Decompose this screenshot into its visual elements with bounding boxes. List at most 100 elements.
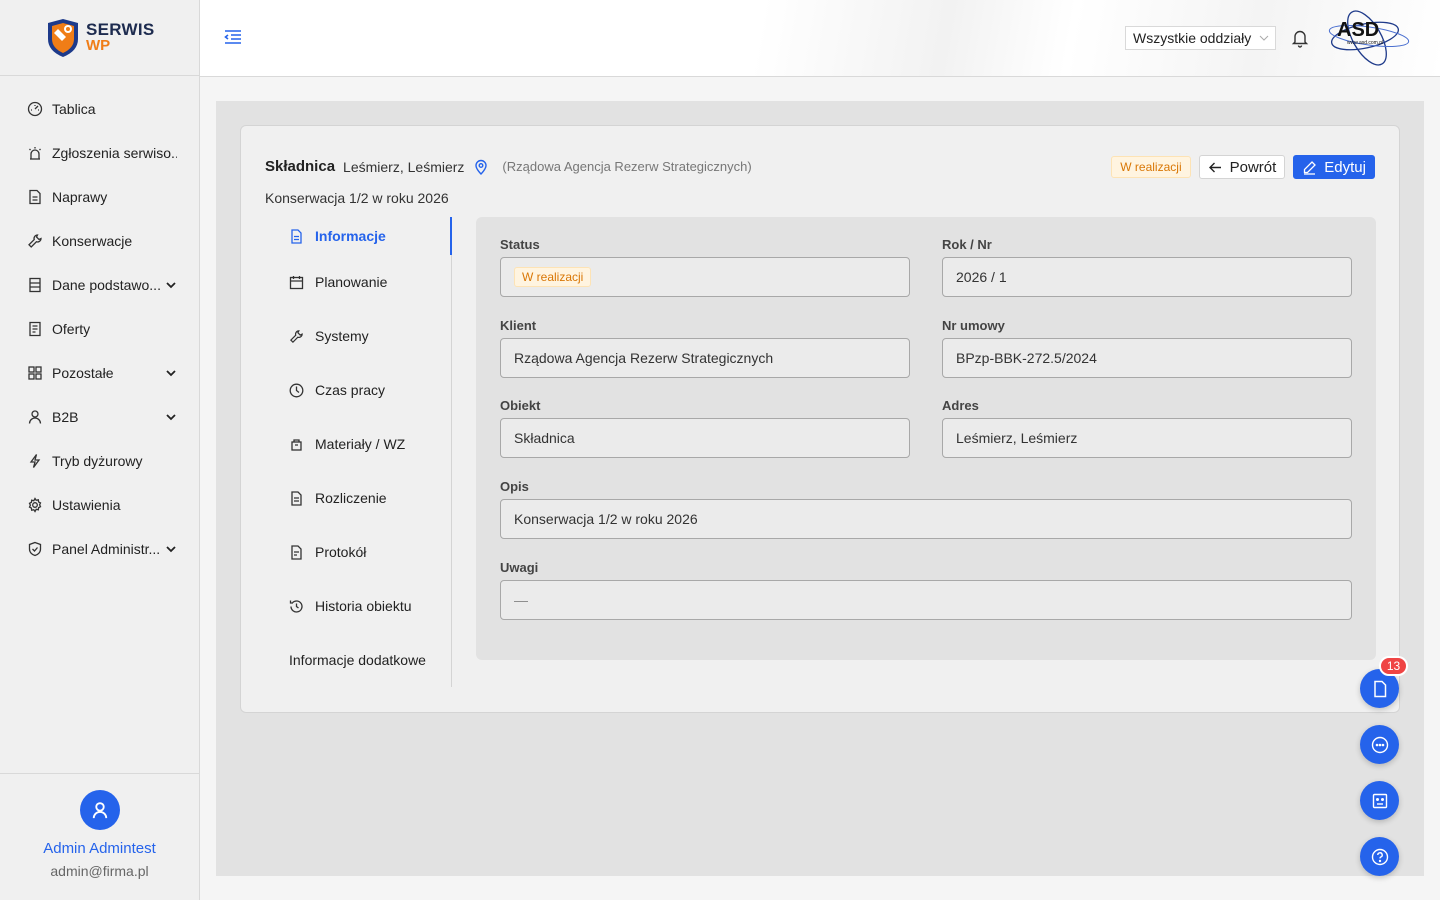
chevron-down-icon — [1259, 35, 1269, 41]
logo-text-serwis: SERWIS — [86, 19, 155, 39]
tab-materialy-wz[interactable]: Materiały / WZ — [265, 417, 451, 471]
help-fab[interactable] — [1360, 837, 1399, 876]
user-profile[interactable]: Admin Admintest admin@firma.pl — [0, 773, 199, 900]
avatar[interactable] — [79, 790, 120, 830]
edit-button[interactable]: Edytuj — [1293, 155, 1375, 179]
user-email: admin@firma.pl — [50, 863, 149, 879]
sidebar-item-zgloszenia[interactable]: Zgłoszenia serwiso... — [0, 131, 199, 175]
card-actions: W realizacji Powrót Edytuj — [1111, 155, 1375, 179]
field-status: Status W realizacji — [500, 237, 910, 297]
back-button-label: Powrót — [1229, 158, 1277, 176]
asd-logo-text: ASD — [1337, 19, 1379, 41]
gear-icon — [28, 497, 42, 513]
sidebar-item-tryb-dyzurowy[interactable]: Tryb dyżurowy — [0, 439, 199, 483]
tab-historia-obiektu[interactable]: Historia obiektu — [265, 579, 451, 633]
sidebar-item-label: Tablica — [52, 101, 96, 117]
tab-planowanie[interactable]: Planowanie — [265, 255, 451, 309]
edit-button-label: Edytuj — [1324, 158, 1366, 176]
sidebar-item-dane-podstawowe[interactable]: Dane podstawo... — [0, 263, 199, 307]
sidebar-nav: Tablica Zgłoszenia serwiso... Naprawy Ko… — [0, 76, 199, 571]
documents-fab[interactable]: 13 — [1360, 656, 1408, 708]
sidebar-item-label: B2B — [52, 409, 79, 425]
maintenance-card: Składnica Leśmierz, Leśmierz (Rządowa Ag… — [240, 125, 1400, 713]
menu-collapse-icon[interactable] — [224, 29, 242, 45]
sidebar-item-label: Naprawy — [52, 189, 108, 205]
field-address: Adres Leśmierz, Leśmierz — [942, 398, 1352, 458]
sidebar-item-label: Panel Administr... — [52, 541, 161, 557]
field-client: Klient Rządowa Agencja Rezerw Strategicz… — [500, 318, 910, 378]
sidebar-item-naprawy[interactable]: Naprawy — [0, 175, 199, 219]
sidebar-item-label: Ustawienia — [52, 497, 121, 513]
asd-logo: ASD www.asd.com.pl — [1325, 6, 1417, 72]
tab-informacje[interactable]: Informacje — [265, 217, 452, 255]
field-label: Adres — [942, 398, 979, 413]
tab-label: Protokół — [315, 544, 367, 560]
tab-protokol[interactable]: Protokół — [265, 525, 451, 579]
field-object: Obiekt Składnica — [500, 398, 910, 458]
tab-czas-pracy[interactable]: Czas pracy — [265, 363, 451, 417]
sidebar-item-label: Konserwacje — [52, 233, 133, 249]
tab-label: Informacje dodatkowe — [289, 652, 426, 668]
tab-label: Systemy — [315, 328, 369, 344]
history-icon — [289, 599, 303, 613]
sidebar-item-label: Pozostałe — [52, 365, 114, 381]
tab-label: Rozliczenie — [315, 490, 387, 506]
status-field: W realizacji — [500, 257, 910, 297]
calendar-icon — [289, 275, 304, 289]
card-subtitle: Konserwacja 1/2 w roku 2026 — [265, 190, 449, 206]
protocol-icon — [291, 544, 302, 560]
sidebar-item-label: Dane podstawo... — [52, 277, 161, 293]
branch-select[interactable]: Wszystkie oddziały — [1125, 26, 1276, 50]
field-description: Opis Konserwacja 1/2 w roku 2026 — [500, 479, 1352, 539]
chevron-down-icon — [166, 546, 176, 553]
field-label: Klient — [500, 318, 537, 333]
sidebar-item-panel-administratora[interactable]: Panel Administr... — [0, 527, 199, 571]
client-field: Rządowa Agencja Rezerw Strategicznych — [500, 338, 910, 378]
location-pin-icon[interactable] — [474, 159, 488, 175]
chat-fab[interactable] — [1360, 725, 1399, 764]
wrench-icon — [290, 329, 303, 343]
description-field: Konserwacja 1/2 w roku 2026 — [500, 499, 1352, 539]
offer-icon — [29, 321, 41, 337]
help-icon — [1371, 848, 1388, 865]
detail-tabs: Informacje Planowanie Systemy Czas pracy… — [265, 217, 452, 687]
user-icon — [28, 410, 42, 424]
app-logo[interactable]: SERWIS WP — [0, 0, 199, 76]
contract-field: BPzp-BBK-272.5/2024 — [942, 338, 1352, 378]
tab-label: Informacje — [315, 228, 386, 244]
database-icon — [29, 277, 41, 293]
field-label: Opis — [500, 479, 529, 494]
tab-rozliczenie[interactable]: Rozliczenie — [265, 471, 451, 525]
sidebar-item-ustawienia[interactable]: Ustawienia — [0, 483, 199, 527]
tab-label: Planowanie — [315, 274, 388, 290]
bell-icon[interactable] — [1291, 28, 1309, 48]
status-badge: W realizacji — [514, 267, 592, 287]
back-button[interactable]: Powrót — [1198, 155, 1286, 179]
robot-fab[interactable] — [1360, 781, 1399, 820]
document-icon — [29, 189, 41, 205]
field-label: Uwagi — [500, 560, 539, 575]
branch-select-value: Wszystkie oddziały — [1133, 30, 1252, 46]
object-name: Składnica — [265, 158, 336, 175]
alarm-icon — [29, 147, 41, 160]
sidebar-item-pozostale[interactable]: Pozostałe — [0, 351, 199, 395]
sidebar-item-konserwacje[interactable]: Konserwacje — [0, 219, 199, 263]
grid-icon — [28, 366, 42, 380]
sidebar-item-tablica[interactable]: Tablica — [0, 87, 199, 131]
sidebar-item-oferty[interactable]: Oferty — [0, 307, 199, 351]
sidebar: SERWIS WP Tablica Zgłoszenia serwiso... … — [0, 0, 200, 900]
sidebar-item-label: Oferty — [52, 321, 91, 337]
invoice-icon — [291, 490, 302, 506]
tab-systemy[interactable]: Systemy — [265, 309, 451, 363]
edit-icon — [1304, 160, 1317, 175]
tab-informacje-dodatkowe[interactable]: Informacje dodatkowe — [265, 633, 451, 687]
document-icon — [1373, 680, 1386, 697]
tab-label: Materiały / WZ — [315, 436, 406, 452]
field-year-nr: Rok / Nr 2026 / 1 — [942, 237, 1352, 297]
field-contract: Nr umowy BPzp-BBK-272.5/2024 — [942, 318, 1352, 378]
shield-icon — [28, 541, 42, 557]
field-label: Rok / Nr — [942, 237, 992, 252]
sidebar-item-b2b[interactable]: B2B — [0, 395, 199, 439]
top-header: Wszystkie oddziały ASD www.asd.com.pl — [200, 0, 1440, 77]
chat-icon — [1371, 736, 1388, 753]
